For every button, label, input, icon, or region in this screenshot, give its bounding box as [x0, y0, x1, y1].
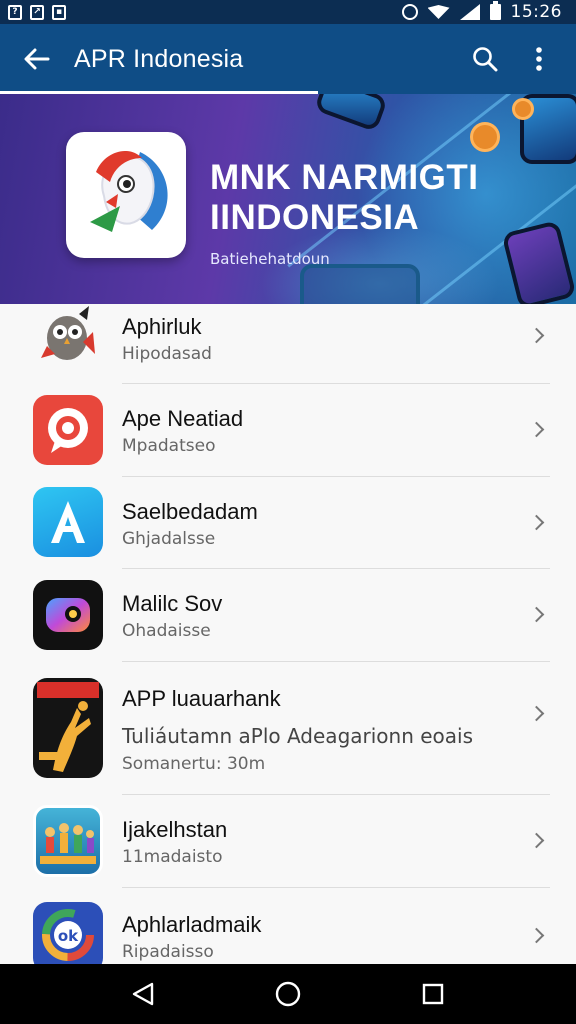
letter-a-app-icon: [33, 487, 103, 557]
search-icon: [473, 47, 498, 72]
nav-recents-button[interactable]: [403, 964, 463, 1024]
battery-icon: [489, 1, 501, 20]
featured-app-logo: [66, 132, 186, 258]
app-subtitle: Hipodasad: [122, 344, 212, 364]
search-button[interactable]: [458, 24, 512, 94]
list-item[interactable]: Malilc Sov Ohadaisse: [0, 569, 576, 662]
status-time: 15:26: [510, 2, 562, 22]
banner-title: MNK NARMIGTI IINDONESIA: [210, 158, 478, 238]
list-item[interactable]: ok Aphlarladmaik Ripadaisso: [0, 888, 576, 964]
nav-back-button[interactable]: [113, 964, 173, 1024]
app-subtitle: Ohadaisse: [122, 621, 211, 641]
nav-home-button[interactable]: [258, 964, 318, 1024]
app-bar: APR Indonesia: [0, 24, 576, 94]
coin-illustration: [470, 122, 500, 152]
app-name: Aphirluk: [122, 314, 202, 339]
app-meta: Somanertu: 30m: [122, 754, 266, 774]
app-name: APP luauarhank: [122, 686, 281, 711]
keyboard-illustration: [300, 264, 420, 304]
poster-app-icon: [33, 678, 103, 778]
ok-app-icon: ok: [33, 902, 103, 964]
app-name: Saelbedadam: [122, 499, 258, 524]
nav-recents-icon: [423, 983, 444, 1005]
app-name: Malilc Sov: [122, 591, 223, 616]
save-icon: ▪: [52, 4, 66, 20]
app-screen: ? ↗ ▪ 15:26 APR Indonesia MNK NARMIGTI I…: [0, 0, 576, 1024]
coin-illustration: [512, 98, 534, 120]
back-button[interactable]: [0, 24, 74, 94]
app-list: Aphirluk Hipodasad Ape Neatiad Mpadatseo: [0, 304, 576, 964]
alarm-icon: [401, 4, 418, 20]
app-name: Ape Neatiad: [122, 406, 244, 431]
nav-home-icon: [275, 981, 301, 1007]
banner-subtitle: Batiehehatdoun: [210, 250, 330, 268]
notification-icon: ?: [8, 4, 22, 20]
arrow-back-icon: [24, 48, 50, 70]
chevron-right-icon: [528, 927, 545, 944]
app-subtitle: 11madaisto: [122, 847, 223, 867]
banner-title-line2: IINDONESIA: [210, 198, 420, 237]
more-options-button[interactable]: [512, 24, 566, 94]
wifi-icon: [427, 5, 450, 19]
signal-icon: [459, 4, 480, 20]
app-subtitle: Ripadaisso: [122, 942, 214, 962]
app-subtitle: Mpadatseo: [122, 436, 216, 456]
camera-app-icon: [33, 580, 103, 650]
more-vert-icon: [536, 47, 542, 71]
bird-mascot-icon: [90, 150, 168, 232]
app-name: Aphlarladmaik: [122, 912, 262, 937]
banner-title-line1: MNK NARMIGTI: [210, 158, 479, 197]
list-item[interactable]: Aphirluk Hipodasad: [0, 304, 576, 384]
list-item[interactable]: Ijakelhstan 11madaisto: [0, 795, 576, 888]
chevron-right-icon: [528, 606, 545, 623]
chevron-right-icon: [528, 327, 545, 344]
status-bar: ? ↗ ▪ 15:26: [0, 0, 576, 24]
svg-text:ok: ok: [58, 927, 79, 945]
image-icon: ↗: [30, 4, 44, 20]
chevron-right-icon: [528, 705, 545, 722]
system-nav-bar: [0, 964, 576, 1024]
family-app-icon: [33, 805, 103, 877]
app-subtitle: Ghjadalsse: [122, 529, 216, 549]
chevron-right-icon: [528, 832, 545, 849]
nav-back-icon: [132, 982, 153, 1006]
list-item[interactable]: Ape Neatiad Mpadatseo: [0, 384, 576, 477]
chevron-right-icon: [528, 421, 545, 438]
page-title: APR Indonesia: [74, 44, 244, 73]
list-item[interactable]: APP luauarhank Tuliáutamn aPlo Adeagario…: [0, 662, 576, 795]
list-item[interactable]: Saelbedadam Ghjadalsse: [0, 477, 576, 569]
app-name: Ijakelhstan: [122, 817, 228, 842]
featured-banner[interactable]: MNK NARMIGTI IINDONESIA Batiehehatdoun: [0, 94, 576, 304]
chat-app-icon: [33, 395, 103, 465]
app-subtitle: Tuliáutamn aPlo Adeagarionn eoais: [122, 724, 474, 748]
chevron-right-icon: [528, 514, 545, 531]
owl-app-icon: [33, 304, 103, 366]
